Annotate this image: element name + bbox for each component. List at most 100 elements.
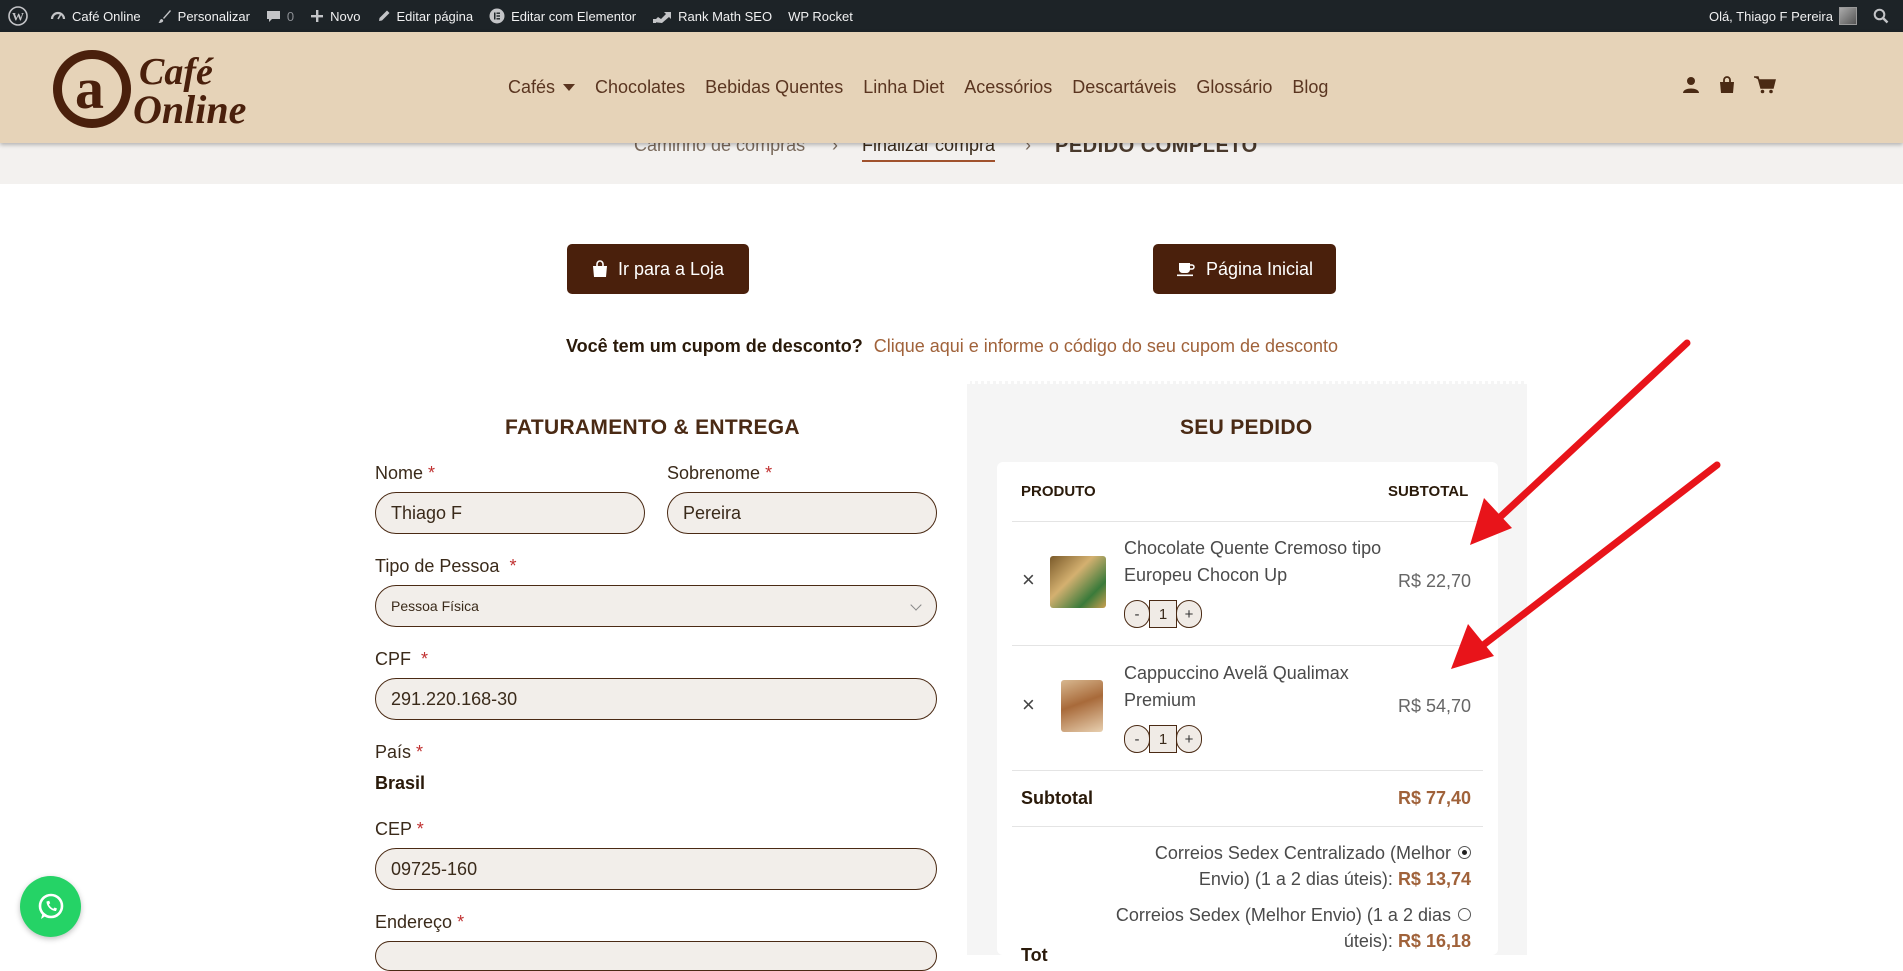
wordpress-logo-icon[interactable]: W (0, 0, 42, 32)
nav-item-bebidas-quentes[interactable]: Bebidas Quentes (705, 77, 843, 98)
go-to-shop-button[interactable]: Ir para a Loja (567, 244, 749, 294)
rank-math-label: Rank Math SEO (678, 8, 773, 24)
shipping-price: R$ 16,18 (1397, 931, 1471, 951)
product-name[interactable]: Cappuccino Avelã Qualimax Premium (1124, 660, 1394, 714)
cpf-value: 291.220.168-30 (391, 688, 518, 709)
shopping-bag-icon[interactable] (1718, 76, 1736, 94)
last-name-value: Pereira (683, 502, 742, 523)
adminbar-elementor[interactable]: Editar com Elementor (481, 0, 644, 32)
divider (1012, 521, 1483, 522)
country-label: País * (375, 742, 424, 762)
adminbar-rank-math[interactable]: Rank Math SEO (644, 0, 780, 32)
qty-input[interactable]: 1 (1149, 600, 1177, 628)
nav-item-blog[interactable]: Blog (1292, 77, 1328, 98)
comment-icon (266, 10, 280, 22)
shipping-radio[interactable] (1458, 908, 1471, 921)
shipping-price: R$ 13,74 (1397, 869, 1471, 889)
product-thumbnail[interactable] (1050, 556, 1106, 608)
column-product: PRODUTO (1021, 483, 1096, 500)
site-name-label: Café Online (72, 8, 141, 24)
coupon-link[interactable]: Clique aqui e informe o código do seu cu… (874, 336, 1338, 356)
nav-label: Glossário (1196, 77, 1273, 97)
qty-decrease-button[interactable]: - (1124, 600, 1150, 628)
customize-label: Personalizar (177, 8, 250, 24)
coupon-question: Você tem um cupom de desconto? (566, 336, 863, 356)
shipping-option[interactable]: Correios Sedex (Melhor Envio) (1 a 2 dia… (1116, 902, 1471, 954)
adminbar-wp-rocket[interactable]: WP Rocket (780, 0, 861, 32)
coffee-cup-icon (1176, 263, 1195, 277)
nav-item-descartaveis[interactable]: Descartáveis (1072, 77, 1176, 98)
remove-item-button[interactable]: × (1022, 567, 1035, 593)
nav-item-chocolates[interactable]: Chocolates (595, 77, 685, 98)
order-title: SEU PEDIDO (1180, 416, 1313, 439)
product-thumbnail[interactable] (1061, 680, 1103, 732)
new-label: Novo (330, 8, 361, 24)
first-name-label: Nome * (375, 463, 436, 483)
quantity-stepper: - 1 + (1124, 600, 1202, 628)
site-logo[interactable]: a Café Online (53, 46, 246, 132)
rank-math-icon (653, 12, 672, 23)
adminbar-customize[interactable]: Personalizar (149, 0, 258, 32)
shipping-option[interactable]: Correios Sedex Centralizado (Melhor Envi… (1155, 840, 1471, 892)
shipping-radio[interactable] (1458, 846, 1471, 859)
logo-word-2: Online (133, 87, 247, 132)
last-name-field[interactable]: Pereira (667, 492, 937, 534)
subtotal-value: R$ 77,40 (1398, 788, 1472, 808)
svg-text:W: W (12, 10, 24, 24)
site-header: a Café Online Cafés Chocolates Bebidas Q… (0, 32, 1903, 143)
qty-increase-button[interactable]: + (1176, 600, 1202, 628)
nav-label: Blog (1292, 77, 1329, 97)
divider (1012, 770, 1483, 771)
qty-input[interactable]: 1 (1149, 725, 1177, 753)
wp-admin-bar: W Café Online Personalizar 0 Novo Editar… (0, 0, 1903, 32)
column-subtotal: SUBTOTAL (1388, 483, 1469, 500)
adminbar-new[interactable]: Novo (302, 0, 368, 32)
first-name-value: Thiago F (391, 502, 463, 523)
edit-elementor-label: Editar com Elementor (511, 8, 637, 24)
nav-item-cafes[interactable]: Cafés (508, 77, 576, 98)
whatsapp-button[interactable] (20, 876, 81, 937)
whatsapp-icon (38, 893, 63, 919)
person-type-select[interactable]: Pessoa Física (375, 585, 937, 627)
greeting-label: Olá, Thiago F Pereira (1708, 8, 1833, 24)
nav-item-linha-diet[interactable]: Linha Diet (863, 77, 944, 98)
qty-increase-button[interactable]: + (1176, 725, 1202, 753)
adminbar-my-account[interactable]: Olá, Thiago F Pereira (1701, 0, 1865, 32)
cep-field[interactable]: 09725-160 (375, 848, 937, 890)
nav-item-glossario[interactable]: Glossário (1196, 77, 1272, 98)
nav-label: Cafés (508, 77, 556, 97)
nav-label: Bebidas Quentes (705, 77, 844, 97)
shopping-bag-icon (592, 260, 607, 277)
adminbar-site-name[interactable]: Café Online (42, 0, 149, 32)
user-icon[interactable] (1682, 76, 1700, 94)
address-field[interactable] (375, 941, 937, 971)
adminbar-edit-page[interactable]: Editar página (369, 0, 482, 32)
cep-value: 09725-160 (391, 858, 478, 879)
logo-at-letter: a (75, 56, 104, 121)
product-name[interactable]: Chocolate Quente Cremoso tipo Europeu Ch… (1124, 535, 1394, 589)
chevron-down-icon (563, 84, 576, 91)
nav-item-acessorios[interactable]: Acessórios (964, 77, 1052, 98)
cart-icon[interactable] (1754, 76, 1776, 94)
remove-item-button[interactable]: × (1022, 692, 1035, 718)
qty-decrease-button[interactable]: - (1124, 725, 1150, 753)
billing-title: FATURAMENTO & ENTREGA (505, 416, 800, 439)
first-name-field[interactable]: Thiago F (375, 492, 645, 534)
edit-page-label: Editar página (396, 8, 474, 24)
nav-label: Linha Diet (863, 77, 945, 97)
shipping-label: Correios Sedex (Melhor Envio) (1 a 2 dia… (1115, 905, 1451, 925)
country-value: Brasil (375, 773, 426, 793)
adminbar-comments[interactable]: 0 (258, 0, 302, 32)
elementor-icon (489, 8, 505, 24)
cpf-field[interactable]: 291.220.168-30 (375, 678, 937, 720)
coupon-notice: Você tem um cupom de desconto? Clique aq… (566, 336, 1338, 357)
comments-count: 0 (286, 8, 295, 24)
nav-label: Chocolates (595, 77, 686, 97)
avatar (1839, 7, 1857, 25)
plus-icon (311, 10, 324, 22)
shipping-label: Correios Sedex Centralizado (Melhor (1154, 843, 1451, 863)
home-page-button[interactable]: Página Inicial (1153, 244, 1336, 294)
quantity-stepper: - 1 + (1124, 725, 1202, 753)
shipping-label: Envio) (1 a 2 dias úteis): (1198, 869, 1393, 889)
adminbar-search-icon[interactable] (1865, 0, 1903, 32)
